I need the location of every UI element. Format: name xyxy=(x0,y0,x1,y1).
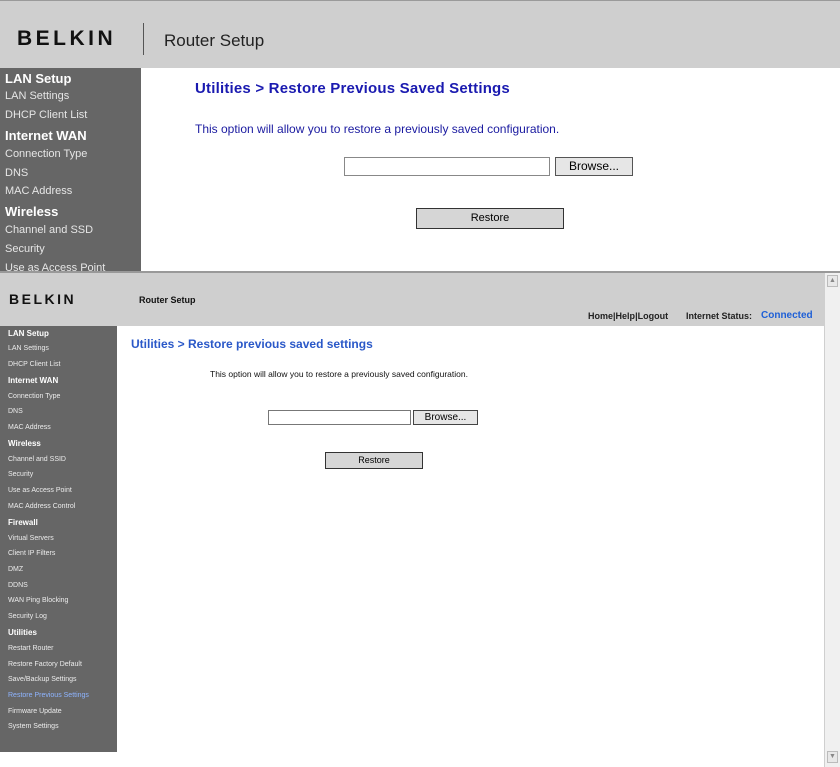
sidebar-item-dns[interactable]: DNS xyxy=(5,167,28,179)
sidebar-item-ddns[interactable]: DDNS xyxy=(8,582,28,589)
browse-button[interactable]: Browse... xyxy=(413,410,478,425)
zoomed-view-panel: BELKIN Router Setup LAN Setup LAN Settin… xyxy=(0,0,840,272)
header-nav: Home|Help|Logout xyxy=(588,311,668,321)
sidebar-item-save-backup-settings[interactable]: Save/Backup Settings xyxy=(8,676,77,683)
internet-status-label: Internet Status: xyxy=(686,311,753,321)
sidebar-section-internet-wan[interactable]: Internet WAN xyxy=(8,376,58,385)
full-page-panel: BELKIN Router Setup Home|Help|Logout Int… xyxy=(0,273,840,767)
sidebar: LAN Setup LAN Settings DHCP Client List … xyxy=(0,326,117,752)
top-header: BELKIN Router Setup xyxy=(0,0,840,68)
belkin-logo: BELKIN xyxy=(17,27,117,50)
page-description: This option will allow you to restore a … xyxy=(195,122,560,136)
header-divider xyxy=(143,23,144,55)
sidebar-section-wireless[interactable]: Wireless xyxy=(8,439,41,448)
sidebar-item-security[interactable]: Security xyxy=(8,471,33,478)
sidebar-item-channel-ssid[interactable]: Channel and SSID xyxy=(8,456,66,463)
sidebar-section-firewall[interactable]: Firewall xyxy=(8,518,38,527)
sidebar-item-lan-settings[interactable]: LAN Settings xyxy=(8,345,49,352)
scroll-up-arrow-icon[interactable]: ▲ xyxy=(827,275,838,287)
sidebar-item-virtual-servers[interactable]: Virtual Servers xyxy=(8,535,54,542)
sidebar-item-security-log[interactable]: Security Log xyxy=(8,613,47,620)
sidebar-section-utilities[interactable]: Utilities xyxy=(8,628,37,637)
sidebar-section-lan-setup[interactable]: LAN Setup xyxy=(5,71,71,86)
sidebar-section-internet-wan[interactable]: Internet WAN xyxy=(5,128,87,143)
page-description: This option will allow you to restore a … xyxy=(210,369,468,379)
sidebar-item-connection-type[interactable]: Connection Type xyxy=(8,393,60,400)
page-title: Utilities > Restore previous saved setti… xyxy=(131,337,373,351)
sidebar-item-restore-factory-default[interactable]: Restore Factory Default xyxy=(8,661,82,668)
sidebar-section-wireless[interactable]: Wireless xyxy=(5,204,58,219)
page-title: Utilities > Restore Previous Saved Setti… xyxy=(195,80,510,97)
sidebar-item-client-ip-filters[interactable]: Client IP Filters xyxy=(8,550,55,557)
top-sidebar: LAN Setup LAN Settings DHCP Client List … xyxy=(0,68,141,272)
sidebar-item-restore-previous-settings[interactable]: Restore Previous Settings xyxy=(8,692,89,699)
page-header: BELKIN Router Setup Home|Help|Logout Int… xyxy=(0,273,824,326)
sidebar-item-restart-router[interactable]: Restart Router xyxy=(8,645,54,652)
sidebar-item-channel-ssid[interactable]: Channel and SSD xyxy=(5,224,93,236)
sidebar-item-wan-ping-blocking[interactable]: WAN Ping Blocking xyxy=(8,597,68,604)
sidebar-item-dhcp-client-list[interactable]: DHCP Client List xyxy=(8,361,60,368)
app-title: Router Setup xyxy=(139,295,196,305)
home-link[interactable]: Home xyxy=(588,311,613,321)
sidebar-section-lan-setup[interactable]: LAN Setup xyxy=(8,329,49,338)
browse-button[interactable]: Browse... xyxy=(555,157,633,176)
help-link[interactable]: Help xyxy=(616,311,636,321)
internet-status-value: Connected xyxy=(761,310,813,321)
file-path-input[interactable] xyxy=(344,157,550,176)
restore-button[interactable]: Restore xyxy=(325,452,423,469)
app-title: Router Setup xyxy=(164,31,265,50)
scroll-down-arrow-icon[interactable]: ▼ xyxy=(827,751,838,763)
restore-button[interactable]: Restore xyxy=(416,208,564,229)
vertical-scrollbar[interactable]: ▲ ▼ xyxy=(824,273,840,767)
sidebar-item-system-settings[interactable]: System Settings xyxy=(8,723,59,730)
sidebar-item-connection-type[interactable]: Connection Type xyxy=(5,148,87,160)
sidebar-item-lan-settings[interactable]: LAN Settings xyxy=(5,90,69,102)
sidebar-item-access-point[interactable]: Use as Access Point xyxy=(8,487,72,494)
file-path-input[interactable] xyxy=(268,410,411,425)
sidebar-item-security[interactable]: Security xyxy=(5,243,45,255)
belkin-logo: BELKIN xyxy=(9,291,77,307)
logout-link[interactable]: Logout xyxy=(638,311,669,321)
sidebar-item-mac-address[interactable]: MAC Address xyxy=(8,424,51,431)
sidebar-item-firmware-update[interactable]: Firmware Update xyxy=(8,708,62,715)
sidebar-item-dhcp-client-list[interactable]: DHCP Client List xyxy=(5,109,87,121)
sidebar-item-mac-address[interactable]: MAC Address xyxy=(5,185,72,197)
sidebar-item-dns[interactable]: DNS xyxy=(8,408,23,415)
sidebar-item-dmz[interactable]: DMZ xyxy=(8,566,23,573)
sidebar-item-mac-address-control[interactable]: MAC Address Control xyxy=(8,503,75,510)
